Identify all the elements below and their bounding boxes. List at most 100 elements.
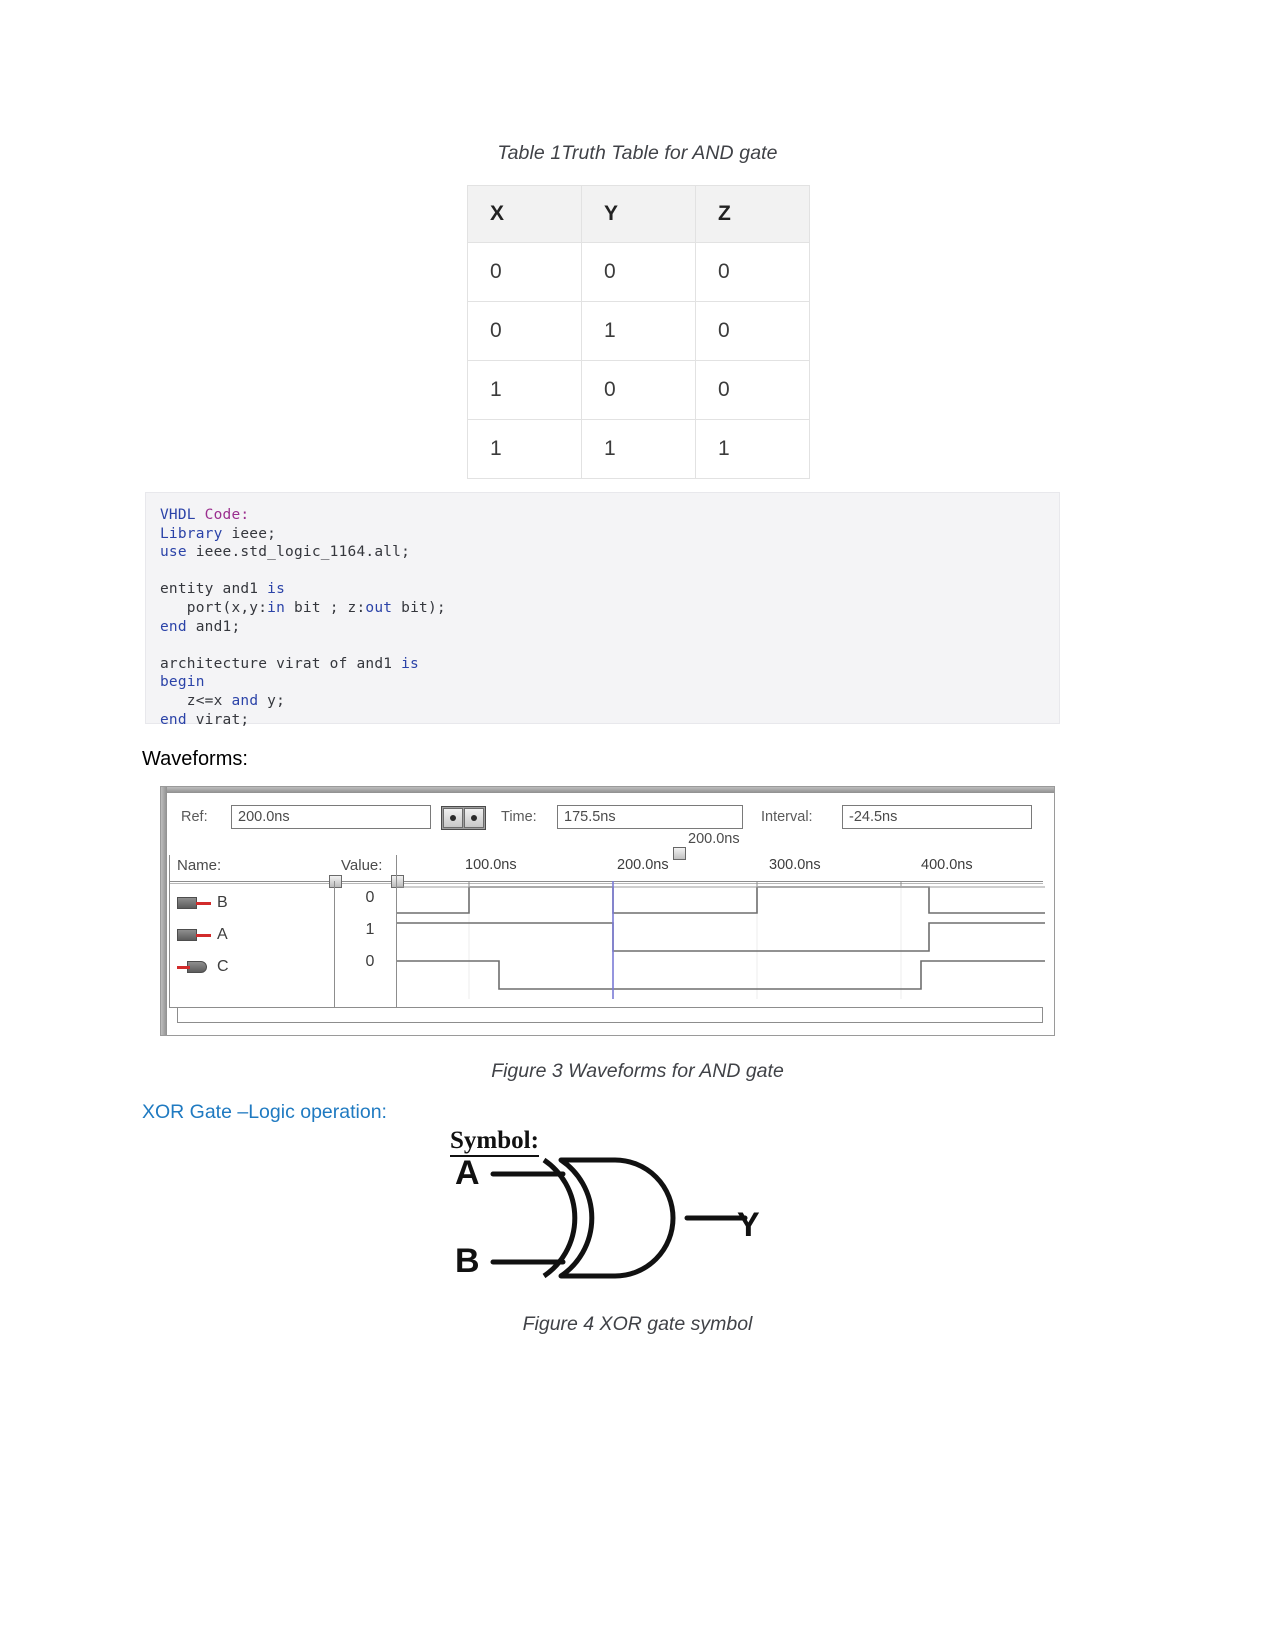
viewer-content: Ref: 200.0ns Time: 175.5ns Interval: -24… xyxy=(169,795,1050,1027)
dot-icon xyxy=(450,815,456,821)
table-row: 0 1 0 xyxy=(467,301,810,361)
code-token-library: Library xyxy=(160,525,223,542)
input-pin-icon xyxy=(177,896,211,910)
xor-section-heading: XOR Gate –Logic operation: xyxy=(142,1101,387,1123)
code-token-begin: begin xyxy=(160,674,205,691)
interval-label: Interval: xyxy=(761,809,813,825)
column-header-x: X xyxy=(467,185,582,243)
signal-value: 1 xyxy=(365,921,375,938)
truth-table: X Y Z 0 0 0 0 1 0 1 0 0 1 1 1 xyxy=(467,185,810,479)
viewer-left-bevel xyxy=(161,787,167,1035)
ref-step-right-button[interactable] xyxy=(464,808,484,828)
table-cell: 1 xyxy=(695,419,810,479)
pin-lead xyxy=(177,966,190,969)
pin-body xyxy=(187,961,207,973)
code-token-bit-close: bit); xyxy=(392,599,446,616)
ref-step-left-button[interactable] xyxy=(443,808,463,828)
table-cell: 0 xyxy=(581,360,696,420)
code-token-code-label: Code: xyxy=(204,507,250,523)
xor-extra-arc xyxy=(542,1157,578,1279)
table-cell: 0 xyxy=(695,242,810,302)
vhdl-code-text: VHDL Code: Library ieee; use ieee.std_lo… xyxy=(160,506,1059,729)
code-token-use: use xyxy=(160,544,187,561)
trace-a xyxy=(397,922,1045,952)
pin-lead xyxy=(196,934,211,937)
signal-name: B xyxy=(217,894,228,911)
xor-output-y-label: Y xyxy=(737,1206,760,1244)
table-cell: 0 xyxy=(695,360,810,420)
ref-input[interactable]: 200.0ns xyxy=(231,805,431,829)
table-cell: 1 xyxy=(467,360,582,420)
left-edge-line xyxy=(169,855,170,1007)
dot-icon xyxy=(471,815,477,821)
column-header-z: Z xyxy=(695,185,810,243)
waveform-traces xyxy=(397,881,1045,999)
viewer-top-bevel xyxy=(161,787,1054,793)
xor-gate-body xyxy=(558,1157,676,1279)
signal-value: 0 xyxy=(365,953,375,970)
vhdl-code-block: VHDL Code: Library ieee; use ieee.std_lo… xyxy=(145,492,1060,728)
code-token-port-open: port(x,y: xyxy=(160,599,268,616)
cursor-drag-handle[interactable] xyxy=(673,847,686,860)
column-header-y: Y xyxy=(581,185,696,243)
code-token-out: out xyxy=(365,599,393,616)
pin-body xyxy=(177,929,197,941)
table-cell: 1 xyxy=(581,301,696,361)
code-token-is-2: is xyxy=(401,655,419,672)
document-page: Table 1Truth Table for AND gate X Y Z 0 … xyxy=(0,0,1275,1651)
xor-gate-figure: Symbol: A B Y xyxy=(445,1128,785,1298)
code-token-end-1: end xyxy=(160,618,187,635)
ref-label: Ref: xyxy=(181,809,208,825)
figure4-caption: Figure 4 XOR gate symbol xyxy=(522,1313,753,1335)
time-label: Time: xyxy=(501,809,537,825)
table-cell: 0 xyxy=(467,301,582,361)
xor-input-b-label: B xyxy=(455,1242,480,1280)
symbol-label: Symbol: xyxy=(450,1128,539,1157)
time-axis-tick: 100.0ns xyxy=(465,857,517,873)
table-cell: 0 xyxy=(467,242,582,302)
code-token-is-1: is xyxy=(267,581,286,598)
code-token-bit-mid: bit ; z: xyxy=(285,599,366,616)
trace-c xyxy=(397,960,1045,990)
table-header-row: X Y Z xyxy=(467,185,810,243)
code-token-entity: entity and1 xyxy=(160,581,268,598)
code-token-vhdl: VHDL xyxy=(160,507,196,523)
plot-bottom-line xyxy=(169,1007,1043,1008)
output-pin-icon xyxy=(177,960,211,974)
waveform-plot xyxy=(397,881,1045,999)
time-axis-tick: 200.0ns xyxy=(617,857,669,873)
time-axis-tick: 400.0ns xyxy=(921,857,973,873)
signal-value: 0 xyxy=(365,889,375,906)
code-token-end-2: end xyxy=(160,711,187,728)
grid-lines xyxy=(468,887,902,999)
ref-stepper-buttons[interactable] xyxy=(441,806,486,830)
axis-ticks xyxy=(468,881,902,886)
trace-b xyxy=(397,886,1045,914)
table-row: 1 0 0 xyxy=(467,360,810,420)
input-pin-icon xyxy=(177,928,211,942)
table-cell: 1 xyxy=(581,419,696,479)
code-token-assign-post: y; xyxy=(258,692,286,709)
time-input[interactable]: 175.5ns xyxy=(557,805,743,829)
code-token-in: in xyxy=(267,599,286,616)
table-row: 1 1 1 xyxy=(467,419,810,479)
interval-input[interactable]: -24.5ns xyxy=(842,805,1032,829)
pin-lead xyxy=(196,902,211,905)
table-cell: 1 xyxy=(467,419,582,479)
code-token-ieee: ieee; xyxy=(222,525,277,542)
xor-input-a-label: A xyxy=(455,1154,480,1192)
waveforms-section-label: Waveforms: xyxy=(142,748,248,770)
name-column-header: Name: xyxy=(177,857,222,874)
pin-body xyxy=(177,897,197,909)
code-token-end-1-rest: and1; xyxy=(186,618,241,635)
value-column-header: Value: xyxy=(341,857,383,874)
waveform-viewer: Ref: 200.0ns Time: 175.5ns Interval: -24… xyxy=(160,786,1055,1036)
table-caption: Table 1Truth Table for AND gate xyxy=(497,142,778,164)
code-token-and: and xyxy=(231,692,259,709)
signal-name: A xyxy=(217,926,228,943)
truth-table-container: X Y Z 0 0 0 0 1 0 1 0 0 1 1 1 xyxy=(467,185,810,479)
code-token-assign-pre: z<=x xyxy=(160,692,232,709)
code-token-end-2-rest: virat; xyxy=(186,711,250,728)
waveform-toolbar: Ref: 200.0ns Time: 175.5ns Interval: -24… xyxy=(177,805,1047,831)
figure3-caption: Figure 3 Waveforms for AND gate xyxy=(491,1060,784,1082)
